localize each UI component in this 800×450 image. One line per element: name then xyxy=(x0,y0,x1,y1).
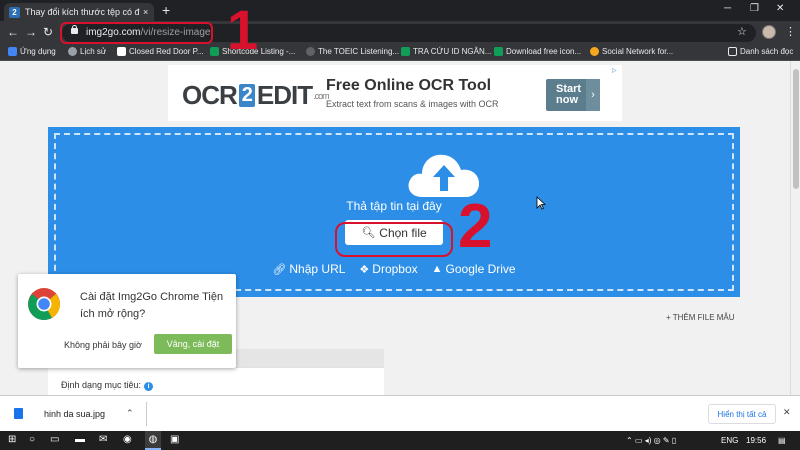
divider xyxy=(146,402,147,426)
bookmark-item[interactable]: TRA CỨU ID NGÂN... xyxy=(401,47,491,56)
mouse-cursor-icon xyxy=(536,196,546,210)
reading-list[interactable]: Danh sách đọc xyxy=(728,47,793,56)
annotation-box-choose-file xyxy=(335,222,453,257)
bookmarks-bar: Ứng dụng Lịch sử Closed Red Door P... Sh… xyxy=(0,45,800,61)
mail-icon[interactable]: ✉ xyxy=(99,434,107,445)
plus-page-icon xyxy=(401,47,410,56)
settings-card: Định dạng mục tiêu: i xyxy=(48,367,384,395)
dropbox-icon: ❖ xyxy=(359,263,370,276)
forward-icon[interactable]: → xyxy=(25,25,37,39)
system-tray-icons[interactable]: ⌃ ▭ ◂) ◎ ✎ ▯ xyxy=(626,436,676,445)
profile-avatar[interactable] xyxy=(762,25,776,39)
social-network-icon xyxy=(590,47,599,56)
clock[interactable]: 19:56 xyxy=(746,436,766,445)
loading-icon xyxy=(306,47,315,56)
img2go-favicon-icon: 2 xyxy=(9,6,20,18)
page-scrollbar[interactable] xyxy=(790,61,800,395)
ad-headline[interactable]: Free Online OCR Tool xyxy=(326,77,491,95)
add-sample-file-link[interactable]: + THÊM FILE MẪU xyxy=(666,313,735,322)
ocr2edit-ad-banner[interactable]: OCR 2 EDIT .com Free Online OCR Tool Extrac… xyxy=(168,65,622,121)
bookmark-item[interactable]: Ứng dụng xyxy=(8,47,56,56)
google-drive-icon: ▲ xyxy=(431,263,443,275)
powerpoint-icon[interactable]: ▣ xyxy=(170,434,179,445)
new-tab-button[interactable]: + xyxy=(162,2,170,18)
search-icon[interactable]: ○ xyxy=(29,434,35,445)
chrome-taskbar-icon[interactable]: ◍ xyxy=(145,431,161,450)
menu-icon[interactable]: ⋮ xyxy=(785,25,796,38)
link-icon: 🔗︎ xyxy=(272,263,287,276)
browser-tab[interactable]: 2 Thay đổi kích thước tệp có định dạng × xyxy=(4,3,154,21)
show-all-button[interactable]: Hiển thị tất cả xyxy=(708,404,776,424)
chevron-up-icon[interactable]: ⌃ xyxy=(126,408,134,419)
annotation-number-1: 1 xyxy=(227,0,259,61)
tab-close-icon[interactable]: × xyxy=(143,7,148,17)
task-view-icon[interactable]: ▭ xyxy=(50,434,59,445)
plus-page-icon xyxy=(210,47,219,56)
close-download-bar-icon[interactable]: ✕ xyxy=(783,407,791,418)
page-icon xyxy=(117,47,126,56)
bookmark-item[interactable]: Closed Red Door P... xyxy=(117,47,204,56)
scrollbar-thumb[interactable] xyxy=(793,69,799,189)
upload-dropzone[interactable]: Thả tập tin tại đây 🔍︎ Chọn file 🔗︎ Nhập … xyxy=(48,127,740,297)
back-icon[interactable]: ← xyxy=(7,25,19,39)
download-file-name[interactable]: hinh da sua.jpg xyxy=(44,409,105,419)
bookmark-item[interactable]: Social Network for... xyxy=(590,47,673,56)
download-bar: hinh da sua.jpg ⌃ Hiển thị tất cả ✕ xyxy=(0,395,800,431)
dropbox-link[interactable]: ❖ Dropbox xyxy=(359,262,417,276)
plus-page-icon xyxy=(494,47,503,56)
input-language[interactable]: ENG xyxy=(721,436,738,445)
screen: 2 Thay đổi kích thước tệp có định dạng ×… xyxy=(0,0,800,450)
enter-url-link[interactable]: 🔗︎ Nhập URL xyxy=(272,262,345,276)
chrome-extension-popup: Cài đặt Img2Go Chrome Tiện ích mở rộng? … xyxy=(18,274,236,368)
target-format-label: Định dạng mục tiêu: i xyxy=(61,380,154,391)
bookmark-item[interactable]: The TOEIC Listening... xyxy=(306,47,399,56)
info-icon[interactable]: i xyxy=(144,382,154,391)
chevron-right-icon[interactable]: › xyxy=(586,79,600,111)
windows-start-icon[interactable]: ⊞ xyxy=(8,434,16,445)
restore-icon[interactable]: ❐ xyxy=(750,3,759,14)
history-icon xyxy=(68,47,77,56)
annotation-number-2: 2 xyxy=(458,192,493,261)
windows-taskbar: ⊞ ○ ▭ ▬ ✉ ◉ ◍ ▣ ⌃ ▭ ◂) ◎ ✎ ▯ ENG 19:56 ▤ xyxy=(0,431,800,450)
drop-files-text: Thả tập tin tại đây xyxy=(346,199,442,213)
minimize-icon[interactable]: ─ xyxy=(724,3,731,14)
google-drive-link[interactable]: ▲ Google Drive xyxy=(432,262,516,276)
file-explorer-icon[interactable]: ▬ xyxy=(75,434,85,445)
annotation-box-url xyxy=(60,22,213,44)
popup-message: Cài đặt Img2Go Chrome Tiện ích mở rộng? xyxy=(80,291,224,320)
chrome-logo-icon xyxy=(28,288,61,321)
tab-strip: 2 Thay đổi kích thước tệp có định dạng ×… xyxy=(0,0,800,21)
tab-title: Thay đổi kích thước tệp có định dạng xyxy=(25,7,140,17)
not-now-button[interactable]: Không phải bây giờ xyxy=(64,340,142,350)
ad-choices-icon[interactable]: ▷ xyxy=(612,67,620,75)
notifications-icon[interactable]: ▤ xyxy=(778,436,786,445)
reload-icon[interactable]: ↻ xyxy=(43,25,53,39)
apps-icon xyxy=(8,47,17,56)
messenger-icon[interactable]: ◉ xyxy=(123,434,132,445)
install-button[interactable]: Vâng, cài đặt xyxy=(154,334,232,354)
bookmark-item[interactable]: Download free icon... xyxy=(494,47,581,56)
ad-description: Extract text from scans & images with OC… xyxy=(326,99,499,109)
reading-list-icon xyxy=(728,47,737,56)
ocr2edit-logo: OCR 2 EDIT .com xyxy=(182,80,330,110)
window-close-icon[interactable]: ✕ xyxy=(776,3,784,14)
bookmark-star-icon[interactable]: ☆ xyxy=(737,25,747,38)
file-icon xyxy=(14,408,23,419)
bookmark-item[interactable]: Lịch sử xyxy=(68,47,106,56)
